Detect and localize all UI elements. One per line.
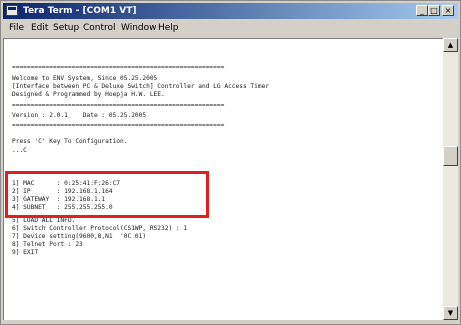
separator-line: ========================================… bbox=[12, 122, 225, 129]
menu-help[interactable]: Help bbox=[158, 23, 179, 34]
menu-control[interactable]: Control bbox=[83, 23, 116, 34]
terminal-app-icon[interactable] bbox=[6, 5, 18, 16]
exit-line: 9] EXIT bbox=[12, 249, 39, 256]
separator-line: ========================================… bbox=[12, 102, 225, 109]
minimize-button[interactable]: _ bbox=[416, 5, 428, 16]
menu-setup[interactable]: Setup bbox=[53, 23, 79, 34]
menu-edit[interactable]: Edit bbox=[31, 23, 48, 34]
tera-term-window: Tera Term - [COM1 VT] _ □ × File Edit Se… bbox=[0, 0, 461, 325]
menu-window[interactable]: Window bbox=[121, 23, 157, 34]
device-setting-line: 7] Device setting(9600,8,N1 '0C 01) bbox=[12, 233, 147, 240]
config-prompt-line: Press 'C' Key To Configuration. bbox=[12, 138, 128, 145]
welcome-line: Welcome to ENV System, Since 05.25.2005 bbox=[12, 75, 158, 82]
designer-line: Designed & Programmed by Hoepja H.W. LEE… bbox=[12, 91, 165, 98]
close-button[interactable]: × bbox=[442, 5, 454, 16]
telnet-port-line: 8] Telnet Port : 23 bbox=[12, 241, 83, 248]
scroll-down-icon[interactable]: ▼ bbox=[443, 306, 458, 320]
title-bar[interactable]: Tera Term - [COM1 VT] _ □ × bbox=[3, 3, 458, 19]
menu-file[interactable]: File bbox=[9, 23, 24, 34]
menu-bar: File Edit Setup Control Window Help bbox=[3, 20, 458, 37]
config-input-line: ...C bbox=[12, 147, 27, 154]
interface-line: [Interface between PC & Deluxe Switch] C… bbox=[12, 83, 270, 90]
scroll-up-icon[interactable]: ▲ bbox=[443, 38, 458, 52]
scroll-thumb[interactable] bbox=[443, 146, 458, 166]
switch-controller-line: 6] Switch Controller Protocol(CS1WP, RS2… bbox=[12, 225, 188, 232]
load-all-line: 5] LOAD ALL INFO. bbox=[12, 217, 76, 224]
window-title: Tera Term - [COM1 VT] bbox=[23, 6, 137, 16]
maximize-button[interactable]: □ bbox=[428, 5, 440, 16]
vertical-scrollbar[interactable]: ▲ ▼ bbox=[443, 38, 458, 320]
separator-line: ========================================… bbox=[12, 64, 225, 71]
version-line: Version : 2.0.1 Date : 05.25.2005 bbox=[12, 112, 147, 119]
network-settings-highlight bbox=[5, 171, 209, 218]
